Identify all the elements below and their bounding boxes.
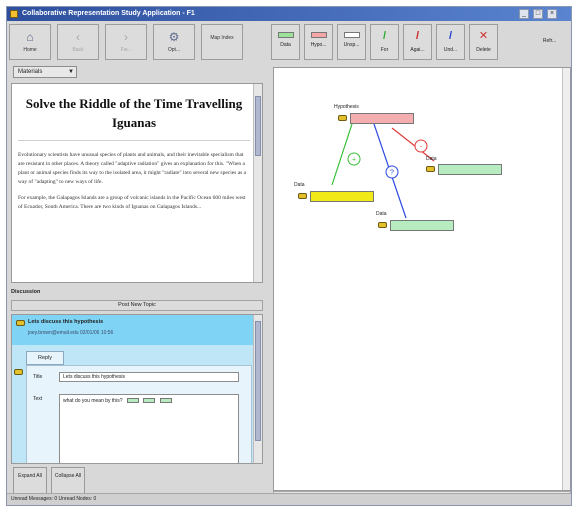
back-arrow-icon: ‹ [76,30,80,44]
graph-toolbar: Data Hypo... Unsp... / For / Agai... / U… [271,24,571,64]
avatar-icon [298,193,307,199]
graph-canvas[interactable]: + ? - Hypothesis Data Data Data [273,67,571,491]
reading-paragraph: Evolutionary scientists have unusual spe… [18,152,247,185]
data-node-type: Data [294,182,305,188]
message-title: Lets discuss this hypothesis [28,319,104,325]
forward-arrow-icon: › [124,30,128,44]
map-index-button[interactable]: Map Index [201,24,243,60]
delete-button[interactable]: ✕ Delete [469,24,498,60]
undetermined-link-icon: / [448,30,453,42]
hypothesis-node-label: Hypo... [310,42,327,48]
unspecified-node-label: Unsp... [343,42,360,48]
data-chip-icon [143,398,156,404]
undetermined-link-symbol: ? [390,170,394,177]
unspecified-node-icon [343,32,360,38]
reply-text-field[interactable]: what do you mean by this? [59,394,239,463]
options-icon: ⚙ [168,30,180,44]
avatar-icon [378,222,387,228]
reply-title-field[interactable]: Lets discuss this hypothesis [59,372,239,382]
refresh-label: Refr... [542,38,557,44]
data-node-type: Data [376,211,387,217]
collapse-all-button[interactable]: Collapse All [51,467,85,495]
thread-message[interactable]: Lets discuss this hypothesis joey.brown@… [12,315,255,345]
reply-area: Reply Title Lets discuss this hypothesis… [12,345,255,463]
navigation-toolbar: ⌂ Home ‹ Back › Fw... ⚙ Opt... Map Index [9,24,255,64]
maximize-button[interactable]: □ [533,9,543,19]
reply-text-value: what do you mean by this? [63,398,123,404]
forward-button[interactable]: › Fw... [105,24,147,60]
delete-icon: ✕ [478,30,489,42]
data-chip-icon [159,398,172,404]
app-icon [10,10,18,18]
hypothesis-node-type: Hypothesis [334,104,359,110]
materials-select[interactable]: Materials ▼ [13,66,77,78]
options-label: Opt... [167,47,181,53]
data-chip-icon [126,398,139,404]
against-link-icon: / [415,30,420,42]
avatar-icon [16,320,25,326]
text-label: Text [33,396,43,402]
discussion-thread: Lets discuss this hypothesis joey.brown@… [11,314,263,464]
home-label: Home [23,47,37,53]
graph-svg: + ? - [331,123,435,219]
tab-reply[interactable]: Reply [26,351,64,365]
for-link-label: For [380,47,389,53]
back-button[interactable]: ‹ Back [57,24,99,60]
for-link[interactable] [331,123,353,186]
data-node-type: Data [426,156,437,162]
app-window: Collaborative Representation Study Appli… [6,6,572,506]
hypothesis-node-button[interactable]: Hypo... [304,24,333,60]
data-node[interactable] [438,164,502,175]
map-index-label: Map Index [210,35,234,41]
reading-paragraph: For example, the Galapagos Islands are a… [18,195,246,210]
canvas-vertical-scrollbar[interactable] [562,68,570,490]
thread-scrollbar[interactable] [253,315,262,463]
undetermined-link-label: Und... [443,47,458,53]
reading-scrollbar[interactable] [253,84,262,282]
status-bar: Unread Messages: 0 Unread Nodes: 0 [7,493,571,505]
post-new-topic-button[interactable]: Post New Topic [11,300,263,311]
unspecified-node-button[interactable]: Unsp... [337,24,366,60]
avatar-icon [338,115,347,121]
forward-label: Fw... [120,47,132,53]
close-button[interactable]: × [547,9,557,19]
chevron-down-icon: ▼ [68,69,74,75]
against-link-label: Agai... [410,47,425,53]
reading-title: Solve the Riddle of the Time Travelling … [18,94,250,141]
thread-scroll-thumb[interactable] [255,321,261,441]
materials-select-value: Materials [18,69,43,75]
against-link-button[interactable]: / Agai... [403,24,432,60]
avatar-icon [14,369,23,375]
title-label: Title [33,374,43,380]
reply-form: Title Lets discuss this hypothesis Text … [26,365,252,463]
back-label: Back [72,47,84,53]
avatar-icon [426,166,435,172]
data-node-label: Data [280,42,291,48]
discussion-label: Discussion [11,289,41,295]
house-icon: ⌂ [26,30,34,44]
for-link-icon: / [382,30,387,42]
minimize-button[interactable]: _ [519,9,529,19]
home-button[interactable]: ⌂ Home [9,24,51,60]
reading-panel: Solve the Riddle of the Time Travelling … [11,83,263,283]
data-node[interactable] [310,191,374,202]
title-bar: Collaborative Representation Study Appli… [7,7,571,21]
hypothesis-node[interactable] [350,113,414,124]
data-node[interactable] [390,220,454,231]
data-node-icon [277,32,294,38]
data-node-button[interactable]: Data [271,24,300,60]
options-button[interactable]: ⚙ Opt... [153,24,195,60]
for-link-button[interactable]: / For [370,24,399,60]
message-meta: joey.brown@email.edu 02/01/06 10:56 [28,330,114,336]
for-link-symbol: + [352,157,356,164]
expand-all-button[interactable]: Expand All [13,467,47,495]
refresh-button[interactable]: Refr... [535,24,564,60]
window-title: Collaborative Representation Study Appli… [22,10,195,17]
hypothesis-node-icon [310,32,327,38]
undetermined-link-button[interactable]: / Und... [436,24,465,60]
delete-label: Delete [476,47,491,53]
reading-scroll-thumb[interactable] [255,96,261,156]
